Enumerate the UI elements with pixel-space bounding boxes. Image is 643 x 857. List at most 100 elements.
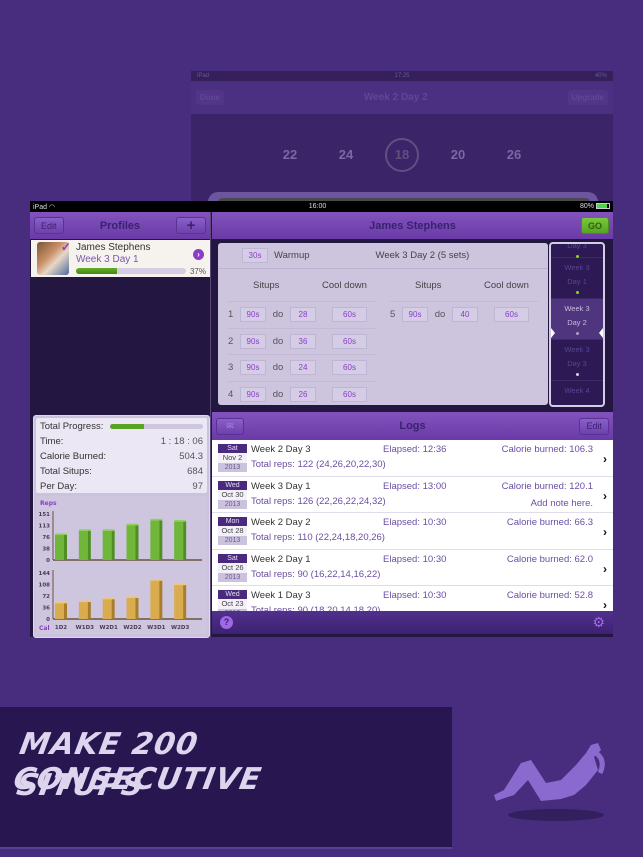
- bar: [102, 599, 112, 619]
- status-dot-icon: [575, 332, 579, 335]
- column-header-situps: Situps: [253, 280, 280, 291]
- log-entry[interactable]: WedOct 232013Week 1 Day 3Total reps: 90 …: [212, 586, 613, 611]
- email-logs-button[interactable]: ✉: [216, 417, 244, 435]
- cooldown-time-field[interactable]: 60s: [332, 360, 367, 375]
- bar-top: [126, 596, 139, 598]
- rest-time-field[interactable]: 90s: [240, 386, 266, 402]
- set-number: 2: [228, 335, 234, 347]
- set-number: 5: [390, 309, 396, 320]
- do-label: do: [434, 309, 446, 320]
- reps-field[interactable]: 36: [290, 333, 316, 349]
- bar-top: [78, 529, 91, 531]
- do-label: do: [272, 388, 284, 400]
- log-calories: Calorie burned: 62.0: [506, 553, 593, 565]
- log-entry[interactable]: Wed Oct 30 2013 Week 3 Day 1 Total reps: 126…: [212, 477, 613, 513]
- log-total-reps: Total reps: 90 (18,20,14,18,20): [251, 605, 381, 611]
- history-chart: Reps Cal 0 38 76 113 151 0 36 72 108 144 1D2 W1D3 W2D1…: [36, 496, 207, 634]
- rest-time-field[interactable]: 90s: [240, 333, 266, 349]
- x-tick-label: W1D3: [76, 625, 94, 631]
- bar-top: [55, 533, 67, 536]
- log-total-reps: Total reps: 110 (22,24,18,20,26): [251, 532, 385, 543]
- bar-top: [174, 520, 187, 522]
- bar: [174, 521, 184, 560]
- cooldown-time-field[interactable]: 60s: [332, 307, 367, 322]
- cooldown-time-field[interactable]: 60s: [332, 333, 367, 349]
- do-label: do: [272, 309, 284, 320]
- set-row: 1 90s do 28 60s: [228, 301, 376, 327]
- ghost-rep-selected: 18: [385, 138, 419, 172]
- toolbar: ? ⚙: [212, 611, 613, 634]
- y-tick-label: 0: [46, 617, 50, 623]
- reps-field[interactable]: 26: [290, 386, 316, 402]
- add-profile-button[interactable]: +: [176, 217, 206, 234]
- log-elapsed: Elapsed: 13:00: [383, 480, 447, 492]
- reps-field[interactable]: 40: [452, 307, 478, 322]
- reps-field[interactable]: 28: [290, 307, 316, 322]
- bar-side: [135, 597, 139, 619]
- picker-item[interactable]: Day 3: [551, 244, 603, 258]
- reps-field[interactable]: 24: [290, 360, 316, 375]
- cooldown-time-field[interactable]: 60s: [332, 386, 367, 402]
- go-button[interactable]: GO: [581, 217, 609, 234]
- ghost-rep: 22: [282, 147, 298, 162]
- bar: [102, 530, 112, 560]
- rest-time-field[interactable]: 90s: [402, 307, 428, 322]
- bar-top: [150, 518, 163, 521]
- picker-item[interactable]: Week 4: [551, 381, 603, 405]
- y-axis-label-cal: Cal: [39, 625, 50, 632]
- profile-name: James Stephens: [75, 241, 151, 253]
- ghost-rep: 20: [450, 147, 466, 162]
- bar-side: [135, 525, 139, 560]
- battery-indicator: 80%: [580, 203, 610, 210]
- log-calories: Calorie burned: 106.3: [501, 444, 593, 455]
- chevron-right-icon: ›: [603, 561, 607, 576]
- profile-row[interactable]: ✓ James Stephens Week 3 Day 1 37% ›: [31, 240, 210, 277]
- cooldown-time-field[interactable]: 60s: [494, 307, 529, 322]
- situp-figure-icon: [494, 743, 605, 821]
- bar-side: [87, 530, 91, 560]
- profile-detail-disclosure-icon[interactable]: ›: [193, 249, 204, 260]
- y-tick-label: 151: [39, 512, 51, 518]
- battery-icon: [596, 203, 610, 210]
- carrier-label: iPad ◠: [33, 203, 56, 211]
- help-button[interactable]: ?: [220, 616, 233, 629]
- rest-time-field[interactable]: 90s: [240, 307, 266, 322]
- log-list[interactable]: Sat Nov 2 2013 Week 2 Day 3 Total reps: 122 …: [212, 440, 613, 611]
- profile-progress-bar: [75, 268, 186, 274]
- picker-item[interactable]: Week 3 Day 3: [551, 340, 603, 381]
- picker-item[interactable]: Week 3 Day 2: [551, 299, 603, 340]
- checkmark-icon: ✓: [60, 240, 71, 254]
- bar: [150, 520, 160, 560]
- profile-current-day: Week 3 Day 1: [75, 253, 139, 265]
- column-header-cooldown: Cool down: [322, 280, 367, 291]
- do-label: do: [272, 362, 284, 373]
- bar: [78, 602, 88, 619]
- bar: [174, 585, 184, 619]
- picker-selection-arrow-right: [599, 328, 603, 338]
- log-entry[interactable]: Mon Oct 28 2013 Week 2 Day 2 Total reps: 110…: [212, 513, 613, 550]
- y-tick-label: 36: [42, 606, 50, 612]
- picker-day: Day 1: [567, 277, 587, 286]
- ipad-screen: iPad ◠ 16:00 80% Edit Profiles + ✓ James…: [30, 201, 613, 638]
- rest-time-field[interactable]: 90s: [240, 360, 266, 375]
- edit-logs-button[interactable]: Edit: [579, 417, 609, 435]
- set-row: 3 90s do 24 60s: [228, 354, 376, 380]
- y-tick-label: 108: [39, 583, 51, 589]
- log-note[interactable]: Add note here.: [531, 498, 593, 509]
- bar: [150, 580, 160, 619]
- picker-item[interactable]: Week 3 Day 1: [551, 258, 603, 299]
- workout-plan: 30s Warmup Week 3 Day 2 (5 sets) Situps …: [218, 243, 548, 405]
- gear-icon[interactable]: ⚙: [592, 614, 605, 631]
- log-entry[interactable]: Sat Nov 2 2013 Week 2 Day 3 Total reps: 122 …: [212, 440, 613, 477]
- logs-panel: ✉ Logs Edit Sat Nov 2 2013 Week 2 Day 3 Tota…: [212, 412, 613, 637]
- picker-day: Day 2: [567, 318, 587, 327]
- edit-profiles-button[interactable]: Edit: [34, 217, 64, 234]
- log-entry[interactable]: Sat Oct 26 2013 Week 2 Day 1 Total reps: 90 …: [212, 550, 613, 586]
- bar-side: [64, 535, 67, 560]
- warmup-time[interactable]: 30s: [242, 248, 268, 263]
- bar: [55, 603, 64, 619]
- picker-week: Week 3: [564, 263, 590, 272]
- bar-top: [174, 583, 187, 586]
- ghost-nav-bar: Done Week 2 Day 2 Upgrade: [191, 81, 613, 114]
- day-picker[interactable]: Day 3 Week 3 Day 1 Week 3 Day 2 Week 3 Day 3 We…: [549, 242, 605, 407]
